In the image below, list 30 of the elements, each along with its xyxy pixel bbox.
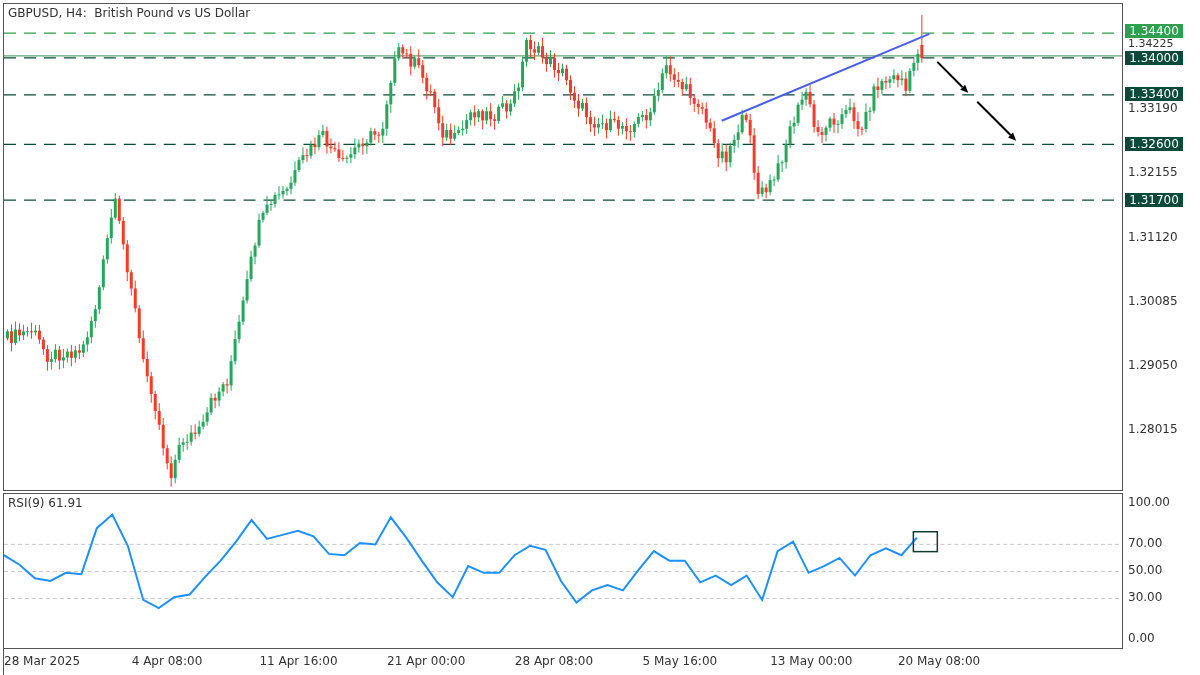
price-tick-label: 1.32155 <box>1128 165 1178 180</box>
price-level-label: 1.32600 <box>1125 136 1183 151</box>
time-axis-label: 28 Apr 08:00 <box>514 654 594 668</box>
time-axis-label: 20 May 08:00 <box>897 654 981 668</box>
time-axis-label: 13 May 00:00 <box>770 654 853 668</box>
time-axis-label: 21 Apr 00:00 <box>387 654 466 668</box>
rsi-tick-label: 0.00 <box>1128 631 1155 646</box>
highlight-box <box>912 531 939 553</box>
rsi-tick-label: 50.00 <box>1128 562 1163 577</box>
time-axis-label: 11 Apr 16:00 <box>259 654 338 668</box>
price-level-label: 1.34400 <box>1125 24 1183 39</box>
price-level-label: 1.33400 <box>1125 87 1183 102</box>
arrow <box>936 60 969 93</box>
price-level-label: 1.31700 <box>1125 192 1183 207</box>
price-tick-label: 1.28015 <box>1128 422 1178 436</box>
price-tick-label: 1.29050 <box>1128 357 1178 372</box>
arrow <box>976 100 1017 141</box>
price-tick-label: 1.31120 <box>1128 229 1178 244</box>
rsi-tick-label: 70.00 <box>1128 535 1163 550</box>
rsi-tick-label: 100.00 <box>1128 494 1170 509</box>
time-axis-label: 5 May 16:00 <box>642 654 718 668</box>
price-tick-label: 1.30085 <box>1128 293 1178 308</box>
price-tick-label: 1.33190 <box>1128 101 1178 116</box>
rsi-title: RSI(9) 61.91 <box>8 496 83 510</box>
price-level-label: 1.34000 <box>1125 50 1183 65</box>
time-axis-label: 4 Apr 08:00 <box>131 654 203 668</box>
chart-title: GBPUSD, H4: British Pound vs US Dollar <box>8 6 251 20</box>
time-axis-label: 28 Mar 2025 <box>4 654 81 668</box>
price-tick-label: 1.34225 <box>1128 38 1174 50</box>
rsi-tick-label: 30.00 <box>1128 590 1163 605</box>
